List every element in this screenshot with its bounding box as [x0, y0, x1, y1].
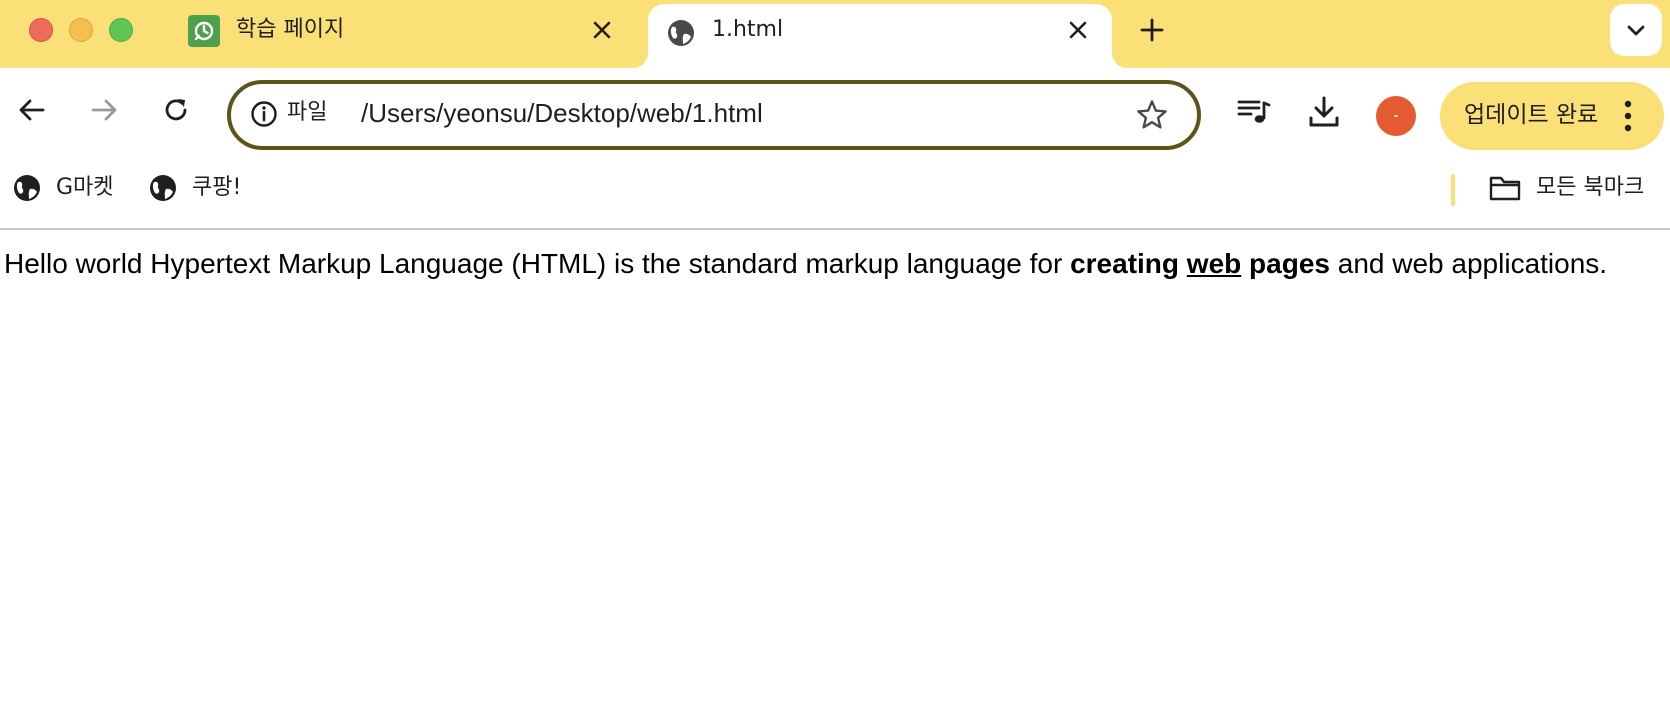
url-scheme-label: 파일 [287, 100, 328, 125]
bold-text: pages [1249, 248, 1330, 279]
tab-1-html[interactable]: 1.html [632, 4, 1128, 68]
close-icon [593, 21, 611, 39]
bookmark-label: G마켓 [56, 175, 114, 200]
url-text[interactable]: /Users/yeonsu/Desktop/web/1.html [361, 97, 763, 129]
bold-text: creating [1070, 248, 1180, 279]
download-icon [1309, 96, 1339, 127]
tab-title: 1.html [712, 17, 784, 42]
globe-icon [668, 20, 694, 46]
window-zoom-button[interactable] [109, 18, 133, 42]
tab-close-button[interactable] [588, 16, 616, 44]
reload-button[interactable] [158, 92, 194, 128]
playlist-music-icon [1237, 100, 1271, 123]
close-icon [1069, 21, 1087, 39]
back-button[interactable] [14, 92, 50, 128]
window-minimize-button[interactable] [69, 18, 93, 42]
kebab-menu-icon [1624, 100, 1632, 132]
globe-icon [150, 175, 176, 201]
downloads-button[interactable] [1306, 94, 1342, 130]
chevron-down-icon [1627, 25, 1645, 36]
bookmarks-divider [1451, 174, 1455, 206]
star-icon[interactable] [1135, 98, 1169, 132]
info-icon[interactable] [249, 99, 279, 129]
update-button[interactable]: 업데이트 완료 [1440, 82, 1664, 150]
tab-strip: 학습 페이지 1.html [0, 0, 1670, 68]
arrow-left-icon [19, 99, 45, 121]
learning-app-icon [188, 15, 220, 47]
address-bar[interactable]: 파일 /Users/yeonsu/Desktop/web/1.html [227, 80, 1201, 150]
tab-title: 학습 페이지 [236, 17, 345, 42]
globe-icon [14, 175, 40, 201]
arrow-right-icon [91, 99, 117, 121]
media-control-button[interactable] [1236, 94, 1272, 130]
toolbar: 파일 /Users/yeonsu/Desktop/web/1.html - 업데… [0, 68, 1670, 152]
tab-close-button[interactable] [1064, 16, 1092, 44]
plus-icon [1140, 18, 1164, 42]
new-tab-button[interactable] [1136, 14, 1168, 46]
update-label: 업데이트 완료 [1464, 102, 1599, 128]
bookmark-coupang[interactable]: 쿠팡! [148, 170, 241, 206]
paragraph-text: and web applications. [1329, 248, 1608, 279]
body-paragraph: Hello world Hypertext Markup Language (H… [4, 244, 1654, 283]
tab-learning-page[interactable]: 학습 페이지 [170, 0, 636, 68]
window-close-button[interactable] [29, 18, 53, 42]
forward-button[interactable] [86, 92, 122, 128]
paragraph-text: Hello world Hypertext Markup Language (H… [4, 248, 1071, 279]
all-bookmarks-label: 모든 북마크 [1536, 175, 1645, 200]
browser-window: 학습 페이지 1.html 파일 /Users/yeonsu/Desktop/w… [0, 0, 1670, 726]
reload-icon [165, 99, 187, 121]
bookmark-gmarket[interactable]: G마켓 [12, 170, 114, 206]
tab-search-button[interactable] [1610, 4, 1662, 56]
bookmark-label: 쿠팡! [192, 175, 242, 200]
bookmarks-bar: G마켓 쿠팡! 모든 북마크 [0, 152, 1670, 230]
profile-avatar[interactable]: - [1376, 96, 1416, 136]
page-content: Hello world Hypertext Markup Language (H… [0, 232, 1670, 726]
all-bookmarks-button[interactable]: 모든 북마크 [1488, 170, 1644, 206]
bold-underlined-text: web [1186, 248, 1242, 279]
folder-icon [1489, 176, 1521, 201]
